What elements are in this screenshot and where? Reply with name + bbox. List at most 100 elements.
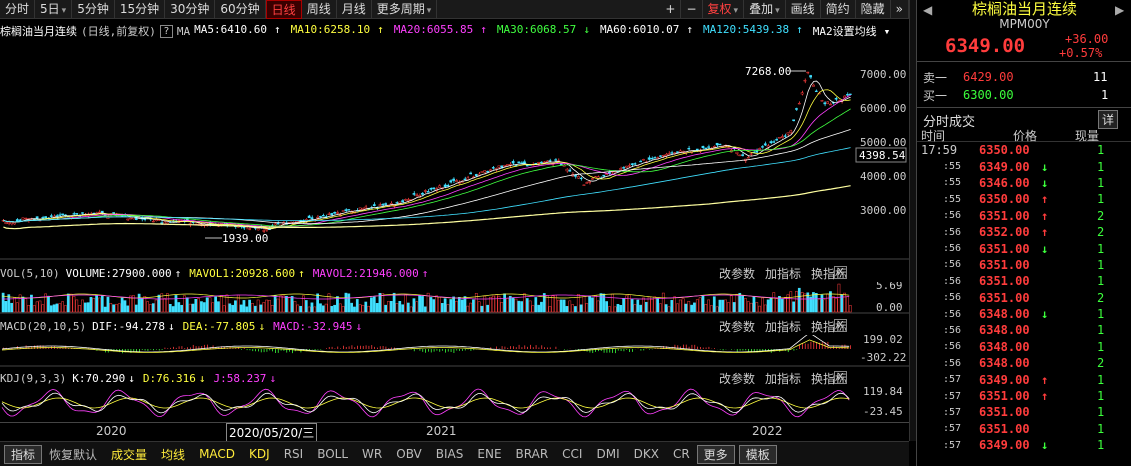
volume-bar (642, 297, 645, 313)
macd-indicator-label[interactable]: MACD(20,10,5) (0, 320, 86, 333)
volume-bar (681, 298, 685, 313)
vol-edit-params-button[interactable]: 改参数 (719, 265, 755, 282)
indicator-tab-16[interactable]: CR (666, 447, 697, 461)
indicator-tab-18[interactable]: 模板 (738, 444, 777, 464)
volume-bar (826, 293, 829, 313)
indicator-tab-0[interactable]: 指标 (4, 444, 43, 464)
vol_panel-value-1: MAVOL1:20928.600 ↑ (189, 267, 305, 280)
period-tab-7[interactable]: 周线 (302, 0, 337, 19)
kdj-chart[interactable]: 119.84 -23.45 (0, 387, 909, 421)
vol-add-indicator-button[interactable]: 加指标 (765, 265, 801, 282)
volume-bar (585, 303, 589, 313)
vol-close-icon[interactable]: X (834, 266, 847, 279)
period-tab-3[interactable]: 15分钟 (115, 0, 166, 19)
candle (834, 97, 838, 102)
period-tab-9[interactable]: 更多周期 ▾ (372, 0, 438, 19)
candle (758, 147, 761, 150)
tick-row: :56 6351.00 1 (917, 257, 1131, 273)
volume-chart[interactable]: 5.69 0.00 (0, 282, 909, 314)
quote-panel: ◀ ▶ 棕榈油当月连续 MPM00Y 6349.00 +36.00 +0.57%… (916, 0, 1131, 466)
candle (41, 215, 45, 219)
vertical-scrollbar[interactable] (909, 0, 916, 441)
tick-row: :57 6349.00 ↓ 1 (917, 437, 1131, 453)
candle (735, 151, 739, 156)
tick-price: 6351.00 (979, 421, 1030, 436)
toolbar-tool-2[interactable]: 复权 ▾ (703, 0, 745, 19)
macd-edit-params-button[interactable]: 改参数 (719, 318, 755, 335)
period-tab-8[interactable]: 月线 (337, 0, 372, 19)
volume-bar (613, 306, 617, 313)
ticks-list[interactable]: 17:59 6350.00 1:55 6349.00 ↓ 1:55 6346.00 ↓ 1:55… (917, 142, 1131, 453)
indicator-tab-1[interactable]: 恢复默认 (42, 446, 104, 463)
toolbar-tool-6[interactable]: 隐藏 (856, 0, 891, 19)
toolbar-tool-5[interactable]: 简约 (821, 0, 856, 19)
volume-bar (820, 294, 824, 313)
more-tools-icon[interactable]: » (891, 0, 909, 19)
period-tab-6[interactable]: 日线 (265, 0, 302, 19)
candle (806, 71, 810, 75)
period-tab-0[interactable]: 分时 (0, 0, 36, 19)
candle (517, 161, 521, 164)
volume-bar (568, 300, 572, 313)
toolbar-tool-0[interactable]: + (660, 0, 682, 19)
period-tab-4[interactable]: 30分钟 (165, 0, 216, 19)
volume-bar (202, 302, 206, 313)
indicator-tabs: 指标 恢复默认 成交量 均线 MACD KDJ RSI BOLL WR OBV BIAS ENE BRA… (0, 441, 909, 466)
toolbar-tool-label: + (665, 1, 676, 16)
tick-volume: 1 (1097, 405, 1105, 420)
tick-row: :56 6348.00 2 (917, 355, 1131, 371)
indicator-tab-8[interactable]: WR (355, 447, 389, 461)
candlestick-chart[interactable]: 7000.00 6000.00 5000.00 4000.00 3000.00 4398.… (0, 44, 909, 260)
volume-bar (32, 305, 36, 313)
indicator-tab-11[interactable]: ENE (470, 447, 508, 461)
tick-row: :56 6348.00 1 (917, 322, 1131, 338)
period-tab-2[interactable]: 5分钟 (72, 0, 115, 19)
indicator-tab-2[interactable]: 成交量 (104, 446, 154, 463)
indicator-tab-3[interactable]: 均线 (154, 446, 192, 463)
indicator-tab-14[interactable]: DMI (589, 447, 626, 461)
ticks-detail-button[interactable]: 详 (1098, 110, 1119, 129)
volume-bar (174, 295, 178, 313)
candle (151, 219, 155, 223)
candle (372, 202, 376, 207)
help-icon[interactable]: ? (159, 24, 173, 38)
macd-add-indicator-button[interactable]: 加指标 (765, 318, 801, 335)
kdj-close-icon[interactable]: X (834, 371, 847, 384)
tick-volume: 1 (1097, 175, 1105, 190)
indicator-tab-4[interactable]: MACD (192, 447, 242, 461)
indicator-tab-15[interactable]: DKX (627, 447, 666, 461)
period-tab-5[interactable]: 60分钟 (215, 0, 266, 19)
volume-bar (304, 300, 308, 313)
volume-bar (358, 304, 362, 313)
indicator-tab-9[interactable]: OBV (389, 447, 429, 461)
period-tab-1[interactable]: 5日 ▾ (35, 0, 73, 19)
candle (336, 210, 339, 215)
volume-bar (273, 295, 277, 313)
indicator-tab-5[interactable]: KDJ (242, 447, 277, 461)
toolbar-tool-3[interactable]: 叠加 ▾ (744, 0, 786, 19)
toolbar-tool-label: 隐藏 (860, 1, 885, 16)
macd-close-icon[interactable]: X (834, 319, 847, 332)
vol_panel-value-0: VOLUME:27900.000 ↑ (66, 267, 182, 280)
volume-bar (667, 306, 671, 313)
kdj-add-indicator-button[interactable]: 加指标 (765, 370, 801, 387)
volume-bar (330, 306, 334, 313)
candle (415, 193, 419, 197)
volume-bar (435, 295, 438, 313)
indicator-tab-6[interactable]: RSI (277, 447, 311, 461)
indicator-tab-13[interactable]: CCI (555, 447, 589, 461)
toolbar-tool-4[interactable]: 画线 (786, 0, 821, 19)
kdj-edit-params-button[interactable]: 改参数 (719, 370, 755, 387)
volume-bar (432, 299, 436, 313)
indicator-tab-7[interactable]: BOLL (310, 447, 355, 461)
indicator-tab-12[interactable]: BRAR (509, 447, 556, 461)
indicator-tab-17[interactable]: 更多 (696, 444, 735, 464)
volume-bar (98, 297, 101, 313)
toolbar-tool-1[interactable]: − (681, 0, 703, 19)
volume-bar (814, 293, 818, 313)
ma-value-2: MA20:6055.85 ↑ (394, 23, 491, 39)
macd-chart[interactable]: 199.02 -302.22 (0, 335, 909, 367)
kdj-indicator-label[interactable]: KDJ(9,3,3) (0, 372, 66, 385)
indicator-tab-10[interactable]: BIAS (429, 447, 471, 461)
vol-indicator-label[interactable]: VOL(5,10) (0, 267, 60, 280)
